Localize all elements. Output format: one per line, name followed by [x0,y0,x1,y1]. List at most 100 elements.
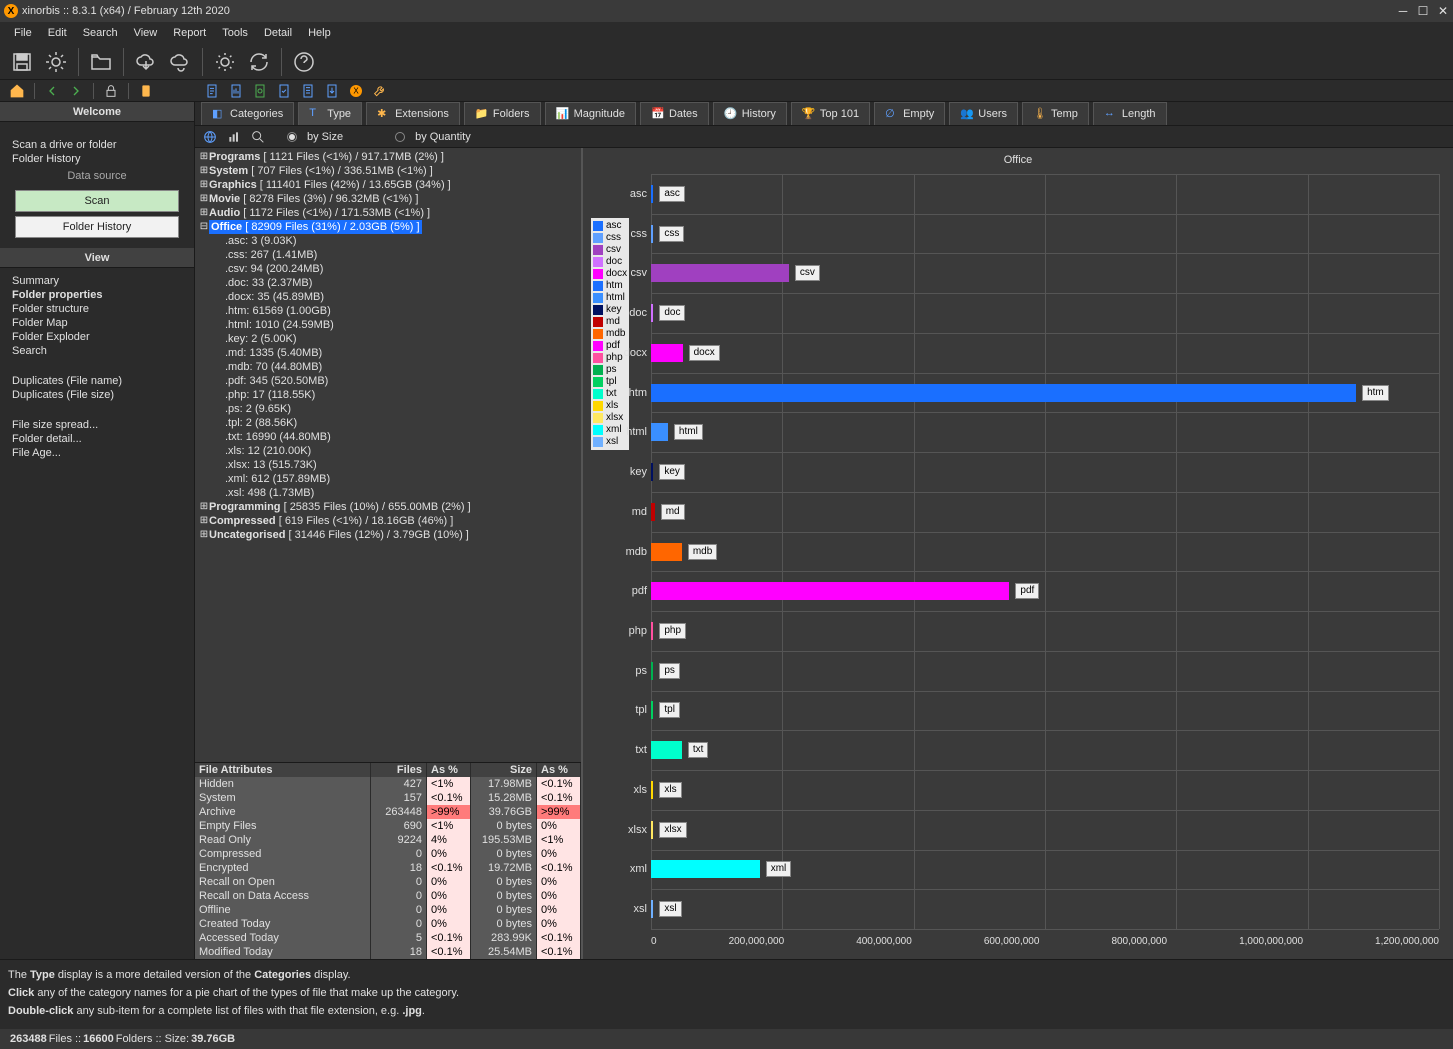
attr-row-system[interactable]: System157<0.1%15.28MB<0.1% [195,791,581,805]
clipboard-icon[interactable] [135,80,157,102]
tree-ext-html[interactable]: .html: 1010 (24.59MB) [197,318,579,332]
refresh-icon[interactable] [243,46,275,78]
tab-magnitude[interactable]: 📊Magnitude [545,102,636,125]
attr-row-hidden[interactable]: Hidden427<1%17.98MB<0.1% [195,777,581,791]
attr-row-offline[interactable]: Offline00%0 bytes0% [195,903,581,917]
tree-ext-xsl[interactable]: .xsl: 498 (1.73MB) [197,486,579,500]
scan-drive-link[interactable]: Scan a drive or folder [12,138,182,152]
tree-label[interactable]: Graphics [ 111401 Files (42%) / 13.65GB … [209,178,451,192]
menu-tools[interactable]: Tools [214,25,256,41]
tree-category-system[interactable]: ⊞System [ 707 Files (<1%) / 336.51MB (<1… [197,164,579,178]
attr-row-modified-today[interactable]: Modified Today18<0.1%25.54MB<0.1% [195,945,581,959]
chart-bar-docx[interactable] [651,344,683,362]
tab-users[interactable]: 👥Users [949,102,1018,125]
tree-label[interactable]: Uncategorised [ 31446 Files (12%) / 3.79… [209,528,469,542]
tree-category-movie[interactable]: ⊞Movie [ 8278 Files (3%) / 96.32MB (<1%)… [197,192,579,206]
tree-ext-txt[interactable]: .txt: 16990 (44.80MB) [197,430,579,444]
view-link-folder-exploder[interactable]: Folder Exploder [12,330,182,344]
report-web-icon[interactable] [249,80,271,102]
attr-header-name[interactable]: File Attributes [195,763,371,777]
view-link-folder-properties[interactable]: Folder properties [12,288,182,302]
attr-row-accessed-today[interactable]: Accessed Today5<0.1%283.99K<0.1% [195,931,581,945]
tab-folders[interactable]: 📁Folders [464,102,541,125]
report-list-icon[interactable] [297,80,319,102]
expand-icon[interactable]: ⊞ [199,206,209,220]
chart-bar-csv[interactable] [651,264,789,282]
attr-row-recall-on-data-access[interactable]: Recall on Data Access00%0 bytes0% [195,889,581,903]
tree-category-compressed[interactable]: ⊞Compressed [ 619 Files (<1%) / 18.16GB … [197,514,579,528]
view-link-duplicates-file-size-[interactable]: Duplicates (File size) [12,388,182,402]
attr-row-empty-files[interactable]: Empty Files690<1%0 bytes0% [195,819,581,833]
report-check-icon[interactable] [273,80,295,102]
save-icon[interactable] [6,46,38,78]
cloud-download-icon[interactable] [130,46,162,78]
chart-bar-htm[interactable] [651,384,1356,402]
chart-bar-mdb[interactable] [651,543,682,561]
chart-bar-xsl[interactable] [651,900,653,918]
tree-ext-mdb[interactable]: .mdb: 70 (44.80MB) [197,360,579,374]
menu-search[interactable]: Search [75,25,126,41]
tree-category-programs[interactable]: ⊞Programs [ 1121 Files (<1%) / 917.17MB … [197,150,579,164]
view-link-search[interactable]: Search [12,344,182,358]
view-link-folder-structure[interactable]: Folder structure [12,302,182,316]
xinorbis-logo-icon[interactable]: X [345,80,367,102]
tree-ext-php[interactable]: .php: 17 (118.55K) [197,388,579,402]
view-link-file-size-spread-[interactable]: File size spread... [12,418,182,432]
chart-bar-xlsx[interactable] [651,821,653,839]
attr-header-size[interactable]: Size [471,763,537,777]
chart-bar-php[interactable] [651,622,653,640]
expand-icon[interactable]: ⊟ [199,220,209,234]
tree-label[interactable]: Programs [ 1121 Files (<1%) / 917.17MB (… [209,150,444,164]
tab-temp[interactable]: 🌡Temp [1022,102,1089,125]
attr-row-archive[interactable]: Archive263448>99%39.76GB>99% [195,805,581,819]
back-icon[interactable] [41,80,63,102]
tree-ext-pdf[interactable]: .pdf: 345 (520.50MB) [197,374,579,388]
expand-icon[interactable]: ⊞ [199,500,209,514]
tree-category-audio[interactable]: ⊞Audio [ 1172 Files (<1%) / 171.53MB (<1… [197,206,579,220]
tab-history[interactable]: 🕘History [713,102,787,125]
minimize-button[interactable]: ─ [1393,1,1413,21]
menu-file[interactable]: File [6,25,40,41]
expand-icon[interactable]: ⊞ [199,192,209,206]
menu-view[interactable]: View [126,25,166,41]
tree-ext-htm[interactable]: .htm: 61569 (1.00GB) [197,304,579,318]
tree-ext-xml[interactable]: .xml: 612 (157.89MB) [197,472,579,486]
by-quantity-radio[interactable] [395,132,405,142]
chart-bar-pdf[interactable] [651,582,1009,600]
expand-icon[interactable]: ⊞ [199,150,209,164]
chart-bar-ps[interactable] [651,662,653,680]
forward-icon[interactable] [65,80,87,102]
expand-icon[interactable]: ⊞ [199,164,209,178]
search-icon[interactable] [249,128,267,146]
view-link-duplicates-file-name-[interactable]: Duplicates (File name) [12,374,182,388]
tab-categories[interactable]: ◧Categories [201,102,294,125]
attr-row-encrypted[interactable]: Encrypted18<0.1%19.72MB<0.1% [195,861,581,875]
chart-bar-xml[interactable] [651,860,760,878]
chart-bar-md[interactable] [651,503,655,521]
tree-ext-asc[interactable]: .asc: 3 (9.03K) [197,234,579,248]
tab-extensions[interactable]: ✱Extensions [366,102,460,125]
tree-label[interactable]: Movie [ 8278 Files (3%) / 96.32MB (<1%) … [209,192,418,206]
help-icon[interactable] [288,46,320,78]
barchart-icon[interactable] [225,128,243,146]
tree-label[interactable]: Audio [ 1172 Files (<1%) / 171.53MB (<1%… [209,206,430,220]
settings-icon[interactable] [40,46,72,78]
tree-ext-md[interactable]: .md: 1335 (5.40MB) [197,346,579,360]
view-link-folder-map[interactable]: Folder Map [12,316,182,330]
tree-ext-xlsx[interactable]: .xlsx: 13 (515.73K) [197,458,579,472]
attr-header-asp2[interactable]: As % [537,763,581,777]
sun-icon[interactable] [209,46,241,78]
tree-category-programming[interactable]: ⊞Programming [ 25835 Files (10%) / 655.0… [197,500,579,514]
tree-ext-ps[interactable]: .ps: 2 (9.65K) [197,402,579,416]
tab-top-101[interactable]: 🏆Top 101 [791,102,870,125]
tree-ext-docx[interactable]: .docx: 35 (45.89MB) [197,290,579,304]
view-link-file-age-[interactable]: File Age... [12,446,182,460]
category-tree[interactable]: ⊞Programs [ 1121 Files (<1%) / 917.17MB … [195,148,581,762]
expand-icon[interactable]: ⊞ [199,514,209,528]
menu-report[interactable]: Report [165,25,214,41]
attr-header-asp1[interactable]: As % [427,763,471,777]
chart-bar-txt[interactable] [651,741,682,759]
wrench-icon[interactable] [369,80,391,102]
tree-label[interactable]: Programming [ 25835 Files (10%) / 655.00… [209,500,471,514]
close-button[interactable]: ✕ [1433,1,1453,21]
